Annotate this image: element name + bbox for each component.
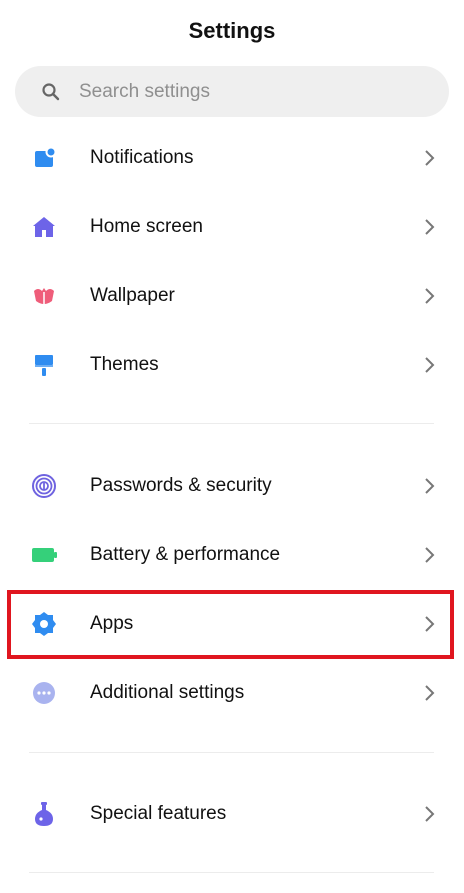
chevron-right-icon — [425, 684, 435, 701]
flask-icon — [29, 799, 59, 829]
themes-icon — [29, 350, 59, 380]
settings-item-notifications[interactable]: Notifications — [0, 123, 464, 192]
chevron-right-icon — [425, 805, 435, 822]
settings-item-label: Additional settings — [90, 681, 245, 703]
more-icon — [29, 678, 59, 708]
chevron-right-icon — [425, 477, 435, 494]
settings-item-label: Special features — [90, 802, 227, 824]
settings-item-battery-performance[interactable]: Battery & performance — [0, 520, 464, 589]
section-divider — [29, 872, 434, 873]
chevron-right-icon — [425, 149, 435, 166]
chevron-right-icon — [425, 546, 435, 563]
chevron-right-icon — [425, 287, 435, 304]
search-input[interactable]: Search settings — [79, 81, 210, 103]
settings-item-home-screen[interactable]: Home screen — [0, 192, 464, 261]
page-title: Settings — [188, 18, 276, 43]
section-divider — [29, 423, 434, 424]
settings-item-label: Passwords & security — [90, 474, 272, 496]
wallpaper-icon — [29, 281, 59, 311]
settings-item-special-features[interactable]: Special features — [0, 779, 464, 848]
settings-item-label: Notifications — [90, 146, 194, 168]
chevron-right-icon — [425, 356, 435, 373]
settings-item-label: Home screen — [90, 215, 203, 237]
chevron-right-icon — [425, 218, 435, 235]
settings-item-wallpaper[interactable]: Wallpaper — [0, 261, 464, 330]
settings-item-additional-settings[interactable]: Additional settings — [0, 658, 464, 727]
search-icon — [42, 82, 60, 100]
settings-item-label: Wallpaper — [90, 284, 175, 306]
highlight-box — [7, 590, 454, 659]
home-icon — [29, 212, 59, 242]
settings-item-label: Themes — [90, 353, 159, 375]
settings-item-themes[interactable]: Themes — [0, 330, 464, 399]
settings-item-passwords-security[interactable]: Passwords & security — [0, 451, 464, 520]
battery-icon — [29, 540, 59, 570]
fingerprint-icon — [29, 471, 59, 501]
search-bar[interactable]: Search settings — [15, 66, 449, 117]
settings-item-label: Battery & performance — [90, 543, 281, 565]
section-divider — [29, 752, 434, 753]
notifications-icon — [29, 143, 59, 173]
